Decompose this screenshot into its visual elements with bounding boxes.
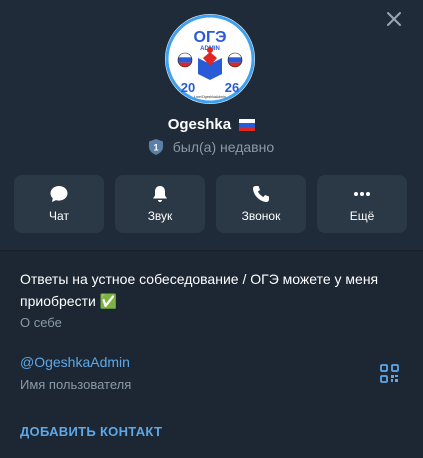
username-label: Имя пользователя: [20, 377, 132, 392]
more-button[interactable]: Ещё: [317, 175, 407, 233]
profile-name-text: Ogeshka: [167, 116, 232, 133]
phone-icon: [253, 186, 269, 202]
more-dots-icon: [354, 192, 370, 196]
call-button[interactable]: Звонок: [216, 175, 306, 233]
bio-text: Ответы на устное собеседование / ОГЭ мож…: [20, 271, 379, 309]
chat-button-label: Чат: [49, 209, 69, 223]
profile-header: ОГЭ ADMIN: [0, 0, 423, 250]
russia-flag-icon: [239, 119, 256, 131]
close-icon[interactable]: [385, 10, 403, 28]
chat-button[interactable]: Чат: [14, 175, 104, 233]
avatar[interactable]: ОГЭ ADMIN: [165, 14, 255, 104]
avatar-small-text: t.me/OgeshkaAdmin: [194, 95, 226, 99]
username-link[interactable]: @OgeshkaAdmin: [20, 354, 130, 370]
add-contact-button[interactable]: ДОБАВИТЬ КОНТАКТ: [20, 424, 162, 439]
avatar-year-right: 26: [225, 80, 239, 95]
bell-icon: [153, 186, 167, 202]
profile-name: Ogeshka: [0, 116, 423, 133]
call-button-label: Звонок: [241, 209, 281, 223]
sound-button[interactable]: Звук: [115, 175, 205, 233]
avatar-year-left: 20: [181, 80, 195, 95]
shield-icon: 1: [148, 139, 163, 155]
more-button-label: Ещё: [349, 209, 375, 223]
action-buttons: Чат Звук Звонок Ещё: [14, 175, 409, 233]
chat-bubble-icon: [50, 186, 68, 202]
bio-label: О себе: [20, 315, 62, 330]
svg-text:1: 1: [153, 143, 158, 153]
qr-code-icon[interactable]: [380, 364, 399, 383]
avatar-title: ОГЭ: [194, 29, 227, 46]
avatar-logo: ОГЭ ADMIN: [165, 14, 255, 104]
section-divider: [0, 250, 423, 251]
status-text: был(а) недавно: [172, 139, 275, 155]
sound-button-label: Звук: [147, 209, 173, 223]
profile-status: 1 был(а) недавно: [0, 139, 423, 155]
